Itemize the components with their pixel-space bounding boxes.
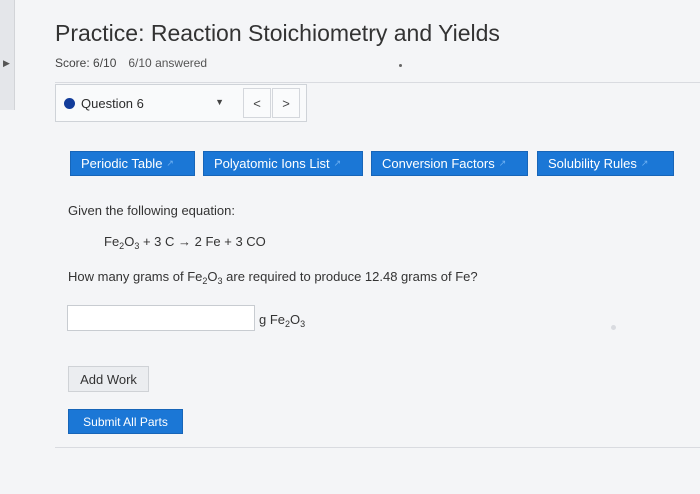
question-navigation: Question 6 ▼ < > [55,84,307,122]
question-select[interactable]: Question 6 ▼ [64,92,232,114]
score-text: Score: 6/10 [55,56,117,70]
question-subscript: 3 [217,276,223,286]
decorative-dot [399,64,402,67]
equation-subscript: 3 [134,241,140,251]
question-part: O [207,269,218,284]
conversion-factors-button[interactable]: Conversion Factors ↗ [371,151,528,176]
next-question-button[interactable]: > [272,88,300,118]
divider [55,447,700,448]
equation-text: O [124,234,135,249]
answer-input[interactable] [67,305,255,331]
unit-text: O [290,312,301,327]
side-panel-toggle[interactable]: ▶ [0,0,15,110]
external-link-icon: ↗ [333,158,342,168]
question-part: How many grams of Fe [68,269,203,284]
submit-all-parts-button[interactable]: Submit All Parts [68,409,183,434]
periodic-table-button[interactable]: Periodic Table ↗ [70,151,195,176]
polyatomic-ions-button[interactable]: Polyatomic Ions List ↗ [203,151,363,176]
unit-subscript: 3 [300,319,306,329]
external-link-icon: ↗ [498,158,507,168]
chemical-equation: Fe2O3 + 3 C → 2 Fe + 3 CO [104,234,266,251]
unit-text: g Fe [259,312,286,327]
resource-label: Periodic Table [81,156,163,171]
answered-count: 6/10 answered [128,56,208,70]
external-link-icon: ↗ [166,158,174,168]
equation-text: + 3 C → 2 Fe + 3 CO [142,234,266,249]
score-row: Score: 6/10 6/10 answered [55,56,207,70]
solubility-rules-button[interactable]: Solubility Rules ↗ [537,151,674,176]
question-text: How many grams of Fe2O3 are required to … [68,269,478,286]
problem-prompt: Given the following equation: [68,203,235,218]
divider [55,82,700,83]
answer-unit: g Fe2O3 [259,312,305,329]
question-status-dot-icon [64,97,75,109]
question-select-label: Question 6 [81,95,144,111]
resource-label: Conversion Factors [382,156,495,171]
expand-arrow-icon: ▶ [3,58,10,68]
resource-label: Polyatomic Ions List [214,156,330,171]
external-link-icon: ↗ [640,158,649,168]
previous-question-button[interactable]: < [243,88,271,118]
page-title: Practice: Reaction Stoichiometry and Yie… [55,20,500,46]
resource-label: Solubility Rules [548,156,637,171]
dropdown-caret-icon: ▼ [215,97,224,107]
equation-text: Fe [104,234,120,249]
add-work-button[interactable]: Add Work [68,366,149,392]
question-part: are required to produce 12.48 grams of F… [226,269,478,284]
decorative-dot [611,325,616,330]
